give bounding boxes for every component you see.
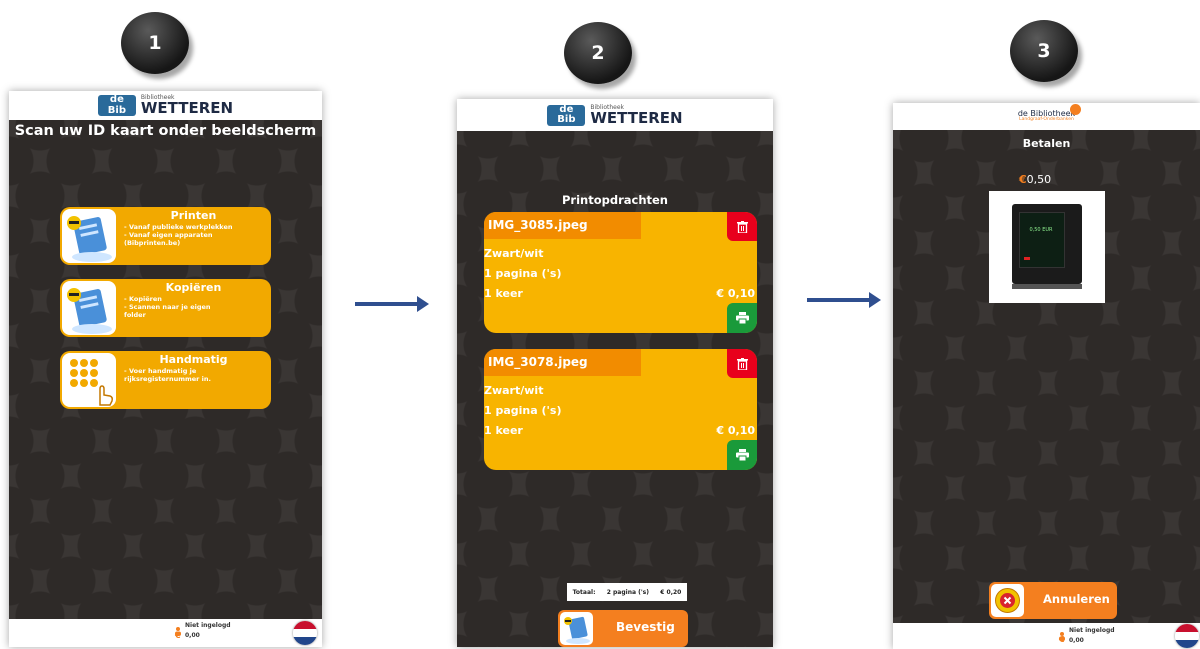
menu-desc-handmatig: - Voer handmatig je rijksregisternummer … — [124, 367, 211, 383]
printer-icon — [735, 312, 749, 324]
logo-mark: de Bib — [97, 94, 136, 116]
print-job-card: IMG_3078.jpeg Zwart/wit 1 pagina ('s) 1 … — [484, 349, 757, 470]
page-title: Betalen — [1022, 137, 1071, 150]
euro-icon: € — [175, 631, 181, 640]
total-pages: 2 pagina ('s) — [606, 588, 649, 596]
job-color-mode: Zwart/wit — [484, 384, 544, 397]
logo-mark: de Bib — [547, 104, 586, 126]
amount-due: €0,50 — [1019, 173, 1051, 186]
euro-icon: € — [1059, 635, 1065, 644]
job-price: € 0,10 — [716, 424, 755, 437]
menu-card-printen[interactable]: Printen - Vanaf publieke werkplekken - V… — [60, 207, 271, 265]
confirm-icon — [560, 612, 593, 645]
cancel-icon — [991, 584, 1024, 617]
footer-status: Niet ingelogd € 0,00 — [893, 623, 1200, 649]
menu-desc-printen: - Vanaf publieke werkplekken - Vanaf eig… — [124, 223, 233, 247]
header-logo: de Bibliotheek Landgraaf-Onderbanken — [893, 103, 1200, 130]
flag-nl-icon[interactable] — [1175, 624, 1199, 648]
job-copies: 1 keer — [484, 424, 523, 437]
balance-value: 0,00 — [1069, 637, 1084, 644]
total-label: Totaal: — [572, 588, 596, 596]
menu-title-kopieren: Kopiëren — [165, 281, 222, 294]
job-page-count: 1 pagina ('s) — [484, 267, 562, 280]
logo-library-name: WETTEREN — [140, 99, 234, 117]
screen-scan-id: de Bib Bibliotheek WETTEREN Scan uw ID k… — [9, 91, 322, 647]
login-status: Niet ingelogd — [185, 622, 231, 629]
logo-sub-text: Landgraaf-Onderbanken — [1019, 117, 1074, 123]
person-icon — [175, 621, 181, 636]
arrow-step-1-to-2 — [355, 296, 429, 312]
logo-library-name: WETTEREN — [590, 108, 683, 127]
menu-card-handmatig[interactable]: Handmatig - Voer handmatig je rijksregis… — [60, 351, 271, 409]
header-logo: de Bib Bibliotheek WETTEREN — [9, 91, 322, 120]
flag-nl-icon[interactable] — [293, 621, 317, 645]
print-document-icon — [62, 209, 116, 263]
menu-desc-kopieren: - Kopiëren - Scannen naar je eigen folde… — [124, 295, 211, 319]
delete-job-button[interactable] — [727, 212, 757, 241]
screen-print-jobs: de Bib Bibliotheek WETTEREN Printopdrach… — [457, 99, 773, 647]
print-job-button[interactable] — [727, 440, 757, 470]
cancel-button[interactable]: Annuleren — [989, 582, 1117, 619]
person-icon — [1059, 626, 1065, 641]
header-logo: de Bib Bibliotheek WETTEREN — [457, 99, 773, 131]
job-page-count: 1 pagina ('s) — [484, 404, 562, 417]
login-status: Niet ingelogd — [1069, 627, 1115, 634]
menu-title-handmatig: Handmatig — [159, 353, 228, 366]
print-job-card: IMG_3085.jpeg Zwart/wit 1 pagina ('s) 1 … — [484, 212, 757, 333]
payment-terminal-image: 0,50 EUR — [989, 191, 1105, 303]
job-price: € 0,10 — [716, 287, 755, 300]
keypad-hand-icon — [62, 353, 116, 407]
footer-status: Niet ingelogd € 0,00 — [9, 619, 322, 647]
arrow-step-2-to-3 — [807, 292, 881, 308]
confirm-button[interactable]: Bevestig — [558, 610, 688, 647]
total-amount: € 0,20 — [660, 588, 682, 596]
menu-card-kopieren[interactable]: Kopiëren - Kopiëren - Scannen naar je ei… — [60, 279, 271, 337]
screen-payment: de Bibliotheek Landgraaf-Onderbanken Bet… — [893, 103, 1200, 649]
job-file-name: IMG_3085.jpeg — [484, 212, 641, 239]
step-badge-2: 2 — [564, 22, 632, 84]
confirm-label: Bevestig — [616, 620, 675, 634]
balance-value: 0,00 — [185, 632, 200, 639]
logo-emblem-icon — [1070, 104, 1081, 115]
printer-icon — [735, 449, 749, 461]
trash-icon — [736, 357, 748, 370]
trash-icon — [736, 220, 748, 233]
step-badge-3: 3 — [1010, 20, 1078, 82]
amount-value: 0,50 — [1026, 173, 1052, 186]
step-badge-1: 1 — [121, 12, 189, 74]
job-color-mode: Zwart/wit — [484, 247, 544, 260]
cancel-label: Annuleren — [1043, 592, 1110, 606]
copy-document-icon — [62, 281, 116, 335]
print-job-button[interactable] — [727, 303, 757, 333]
page-headline: Scan uw ID kaart onder beeldscherm — [14, 123, 317, 139]
menu-title-printen: Printen — [170, 209, 217, 222]
job-copies: 1 keer — [484, 287, 523, 300]
euro-icon: € — [1019, 173, 1027, 186]
page-title: Printopdrachten — [561, 193, 668, 207]
total-summary: Totaal: 2 pagina ('s) € 0,20 — [567, 583, 687, 601]
job-file-name: IMG_3078.jpeg — [484, 349, 641, 376]
terminal-display-amount: 0,50 EUR — [1029, 227, 1053, 233]
delete-job-button[interactable] — [727, 349, 757, 378]
